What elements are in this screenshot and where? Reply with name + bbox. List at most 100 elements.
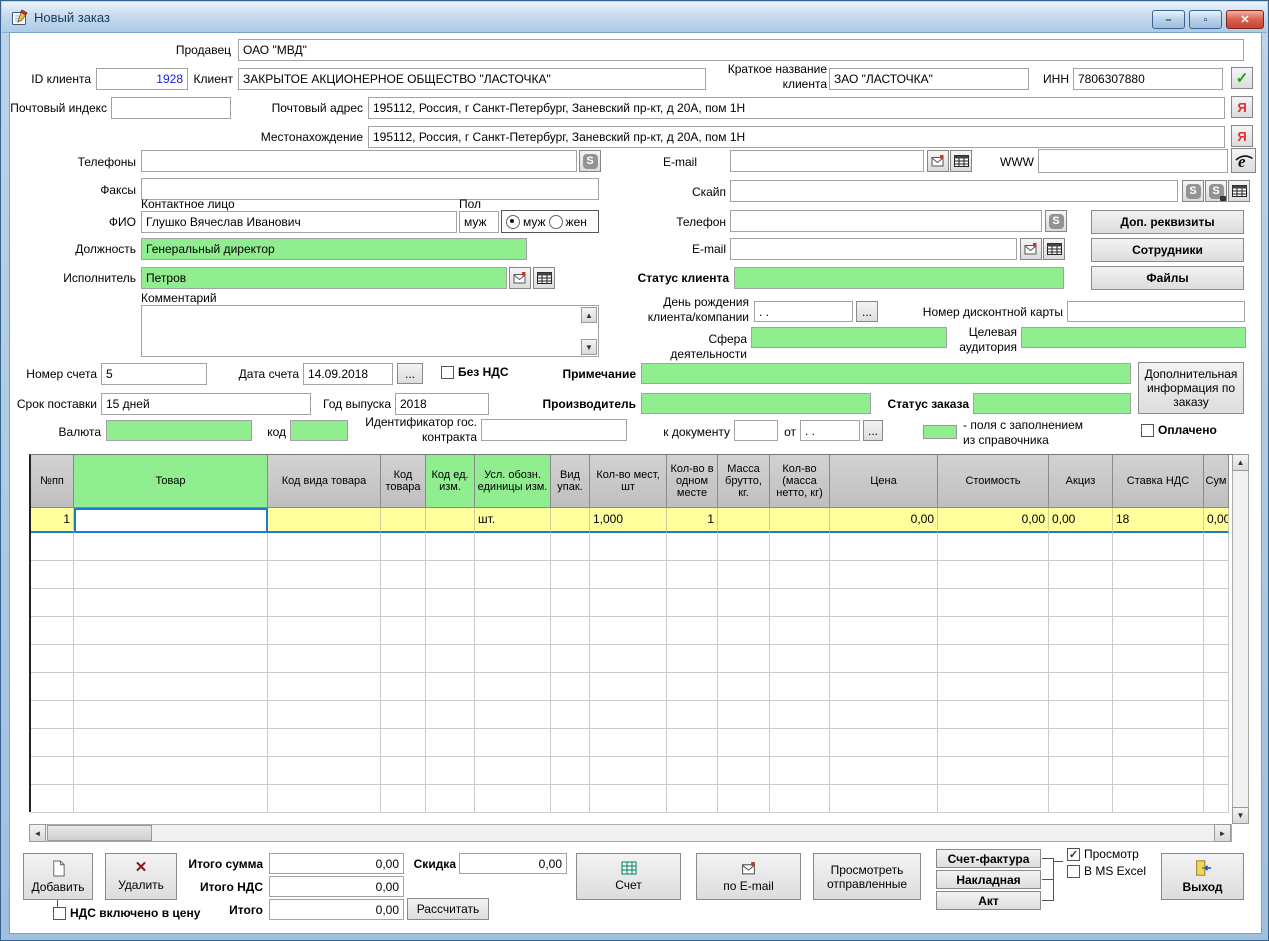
column-header[interactable]: Код товара — [381, 455, 426, 508]
empty-cell[interactable] — [1113, 673, 1204, 701]
email1-send-button[interactable] — [927, 150, 949, 172]
fio-field[interactable]: Глушко Вячеслав Иванович — [141, 211, 457, 233]
audience-field[interactable] — [1021, 327, 1246, 348]
empty-cell[interactable] — [551, 645, 590, 673]
empty-cell[interactable] — [590, 701, 667, 729]
empty-cell[interactable] — [551, 701, 590, 729]
empty-cell[interactable] — [268, 617, 381, 645]
empty-cell[interactable] — [74, 645, 268, 673]
empty-cell[interactable] — [938, 757, 1049, 785]
empty-cell[interactable] — [830, 645, 938, 673]
comment-scroll-up[interactable]: ▲ — [581, 307, 597, 323]
empty-cell[interactable] — [938, 701, 1049, 729]
empty-cell[interactable] — [770, 673, 830, 701]
row1-cell[interactable] — [551, 508, 590, 533]
by-email-button[interactable]: по E-mail — [696, 853, 801, 900]
empty-cell[interactable] — [667, 785, 718, 813]
empty-cell[interactable] — [1113, 757, 1204, 785]
empty-cell[interactable] — [1204, 785, 1229, 813]
empty-cell[interactable] — [31, 617, 74, 645]
empty-cell[interactable] — [770, 589, 830, 617]
short-name-field[interactable]: ЗАО "ЛАСТОЧКА" — [829, 68, 1029, 90]
empty-cell[interactable] — [551, 589, 590, 617]
table-scroll-left[interactable]: ◄ — [29, 824, 46, 842]
empty-cell[interactable] — [770, 645, 830, 673]
empty-cell[interactable] — [667, 589, 718, 617]
row1-cell[interactable]: 0,00 — [830, 508, 938, 533]
empty-cell[interactable] — [381, 589, 426, 617]
empty-cell[interactable] — [475, 701, 551, 729]
empty-cell[interactable] — [475, 589, 551, 617]
extra-requisites-button[interactable]: Доп. реквизиты — [1091, 210, 1244, 234]
address-map-button[interactable]: Я — [1231, 96, 1253, 118]
row1-cell[interactable]: 0,00 — [938, 508, 1049, 533]
column-header[interactable]: Цена — [830, 455, 938, 508]
empty-cell[interactable] — [1204, 757, 1229, 785]
empty-cell[interactable] — [667, 757, 718, 785]
www-browser-button[interactable]: e — [1231, 148, 1256, 173]
empty-cell[interactable] — [718, 561, 770, 589]
empty-cell[interactable] — [426, 589, 475, 617]
empty-cell[interactable] — [718, 729, 770, 757]
empty-cell[interactable] — [1113, 617, 1204, 645]
empty-cell[interactable] — [667, 729, 718, 757]
empty-cell[interactable] — [74, 757, 268, 785]
files-button[interactable]: Файлы — [1091, 266, 1244, 290]
phones-field[interactable] — [141, 150, 577, 172]
waybill-button[interactable]: Накладная — [936, 870, 1041, 889]
empty-cell[interactable] — [830, 561, 938, 589]
location-field[interactable]: 195112, Россия, г Санкт-Петербург, Занев… — [368, 126, 1225, 148]
inn-check-button[interactable]: ✓ — [1231, 67, 1253, 89]
empty-cell[interactable] — [426, 785, 475, 813]
empty-cell[interactable] — [31, 673, 74, 701]
row1-cell[interactable] — [268, 508, 381, 533]
gender-male-radio[interactable] — [506, 215, 520, 229]
invoice-facture-button[interactable]: Счет-фактура — [936, 849, 1041, 868]
empty-cell[interactable] — [1049, 673, 1113, 701]
table-vscrollbar[interactable] — [1232, 454, 1249, 824]
column-header[interactable]: Товар — [74, 455, 268, 508]
empty-cell[interactable] — [590, 673, 667, 701]
empty-cell[interactable] — [74, 617, 268, 645]
row1-cell[interactable] — [770, 508, 830, 533]
close-button[interactable]: ✕ — [1226, 10, 1264, 29]
empty-cell[interactable] — [426, 561, 475, 589]
table-scroll-right[interactable]: ► — [1214, 824, 1231, 842]
empty-cell[interactable] — [938, 673, 1049, 701]
empty-cell[interactable] — [830, 617, 938, 645]
empty-cell[interactable] — [74, 533, 268, 561]
empty-cell[interactable] — [718, 617, 770, 645]
empty-cell[interactable] — [590, 645, 667, 673]
column-header[interactable]: Код ед. изм. — [426, 455, 475, 508]
empty-cell[interactable] — [938, 617, 1049, 645]
table-scroll-up[interactable]: ▲ — [1232, 454, 1249, 471]
postal-address-field[interactable]: 195112, Россия, г Санкт-Петербург, Занев… — [368, 97, 1225, 119]
row1-cell[interactable]: 0,00 — [1204, 508, 1229, 533]
empty-cell[interactable] — [1049, 757, 1113, 785]
empty-cell[interactable] — [718, 785, 770, 813]
www-field[interactable] — [1038, 149, 1228, 173]
to-document-field[interactable] — [734, 420, 778, 441]
empty-cell[interactable] — [1113, 701, 1204, 729]
empty-cell[interactable] — [381, 645, 426, 673]
client-field[interactable]: ЗАКРЫТОЕ АКЦИОНЕРНОЕ ОБЩЕСТВО "ЛАСТОЧКА" — [238, 68, 706, 90]
delete-row-button[interactable]: ✕ Удалить — [105, 853, 177, 900]
empty-cell[interactable] — [1204, 701, 1229, 729]
row1-cell[interactable]: 0,00 — [1049, 508, 1113, 533]
note-field[interactable] — [641, 363, 1131, 384]
table-hscrollbar[interactable] — [29, 824, 1232, 842]
row1-cell[interactable]: шт. — [475, 508, 551, 533]
empty-cell[interactable] — [1204, 673, 1229, 701]
empty-cell[interactable] — [667, 561, 718, 589]
phone-field[interactable] — [730, 210, 1042, 232]
email2-send-button[interactable] — [1020, 238, 1042, 260]
column-header[interactable]: Код вида товара — [268, 455, 381, 508]
exit-button[interactable]: Выход — [1161, 853, 1244, 900]
empty-cell[interactable] — [426, 645, 475, 673]
discount-card-field[interactable] — [1067, 301, 1245, 322]
empty-cell[interactable] — [667, 673, 718, 701]
empty-cell[interactable] — [938, 729, 1049, 757]
empty-cell[interactable] — [381, 533, 426, 561]
empty-cell[interactable] — [268, 533, 381, 561]
empty-cell[interactable] — [770, 729, 830, 757]
